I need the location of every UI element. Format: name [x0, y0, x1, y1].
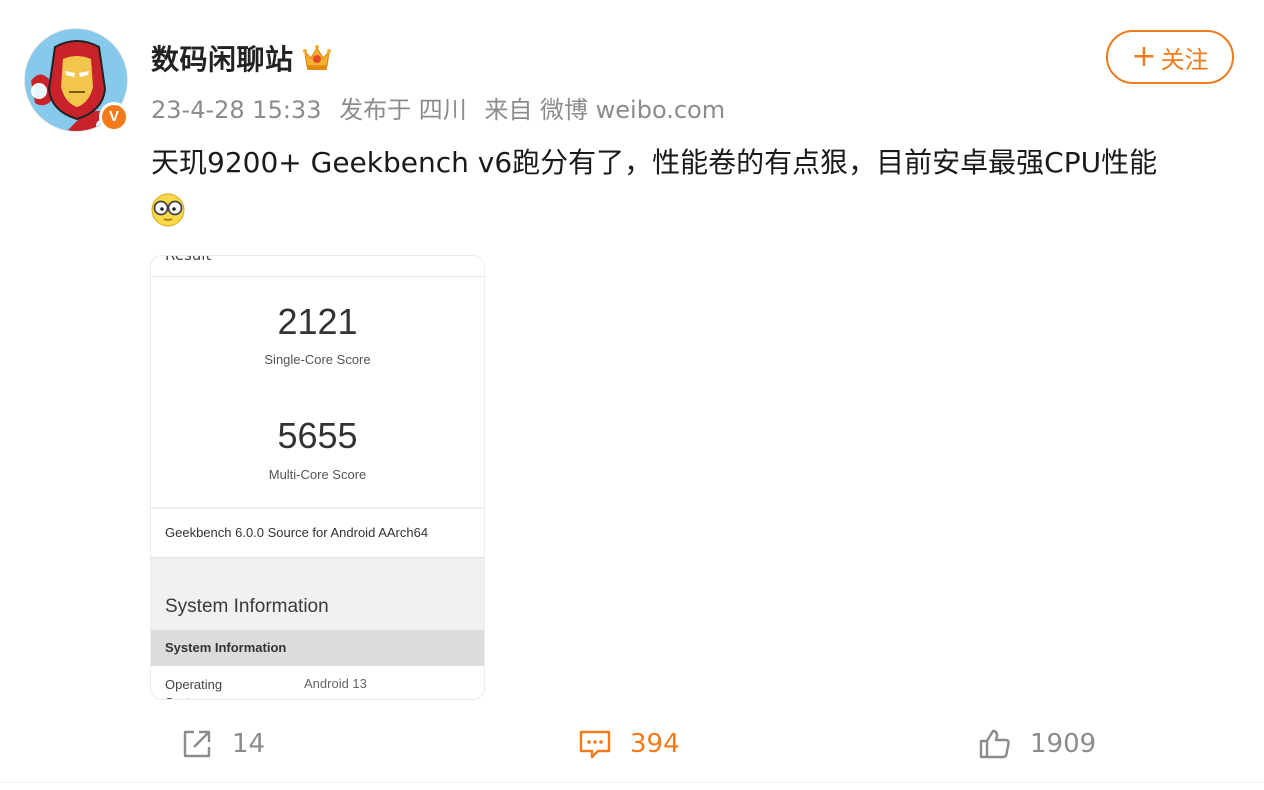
- image-source-row: Geekbench 6.0.0 Source for Android AArch…: [151, 508, 484, 558]
- image-sysinfo-header-label: System Information: [165, 640, 287, 655]
- comment-button[interactable]: 394: [578, 724, 680, 764]
- like-count: 1909: [1030, 729, 1097, 759]
- author-row: 数码闲聊站: [151, 38, 332, 78]
- image-score-card: 2121 Single-Core Score 5655 Multi-Core S…: [151, 277, 484, 507]
- image-row-value: Android 13: [304, 676, 367, 691]
- multi-core-score: 5655: [277, 415, 358, 456]
- image-sysinfo-title: System Information: [165, 596, 329, 617]
- single-core-score: 2121: [277, 301, 358, 342]
- bottom-divider: [0, 782, 1264, 783]
- image-top-bar: Result: [151, 256, 484, 277]
- post-meta: 23-4-28 15:33 发布于 四川 来自 微博 weibo.com: [151, 90, 735, 125]
- thumbs-up-icon: [979, 729, 1010, 759]
- verified-badge-icon: V: [99, 102, 129, 132]
- avatar[interactable]: V: [24, 28, 129, 132]
- comment-icon: [579, 730, 611, 759]
- image-sysinfo-header: System Information: [151, 630, 484, 666]
- crown-icon[interactable]: [302, 44, 332, 72]
- share-button[interactable]: 14: [180, 724, 265, 764]
- share-icon: [183, 730, 211, 758]
- follow-label: 关注: [1160, 45, 1209, 74]
- post-text: 天玑9200+ Geekbench v6跑分有了，性能卷的有点狠，目前安卓最强C…: [151, 146, 1158, 179]
- image-result-label: Result: [165, 255, 212, 264]
- glasses-emoji-icon: [150, 192, 186, 228]
- image-source-text: Geekbench 6.0.0 Source for Android AArch…: [165, 525, 429, 540]
- image-row-key: Operating System: [165, 677, 223, 699]
- author-name[interactable]: 数码闲聊站: [151, 38, 294, 78]
- post-image[interactable]: Result 2121 Single-Core Score 5655 Multi…: [150, 255, 485, 700]
- post-time[interactable]: 23-4-28 15:33: [151, 96, 321, 124]
- multi-core-label: Multi-Core Score: [268, 467, 367, 482]
- post-source: 来自 微博 weibo.com: [484, 96, 726, 124]
- weibo-post: V 数码闲聊站 23-4-28 15:33 发布于 四川 来自 微博 weibo…: [0, 0, 1264, 790]
- like-button[interactable]: 1909: [978, 724, 1096, 764]
- share-count: 14: [232, 729, 266, 759]
- follow-button[interactable]: + 关注: [1106, 30, 1234, 84]
- image-sysinfo-row: Operating System Android 13: [151, 666, 484, 699]
- plus-icon: +: [1131, 39, 1157, 74]
- comment-count: 394: [630, 729, 680, 759]
- single-core-label: Single-Core Score: [264, 352, 371, 367]
- post-location: 发布于 四川: [339, 96, 467, 124]
